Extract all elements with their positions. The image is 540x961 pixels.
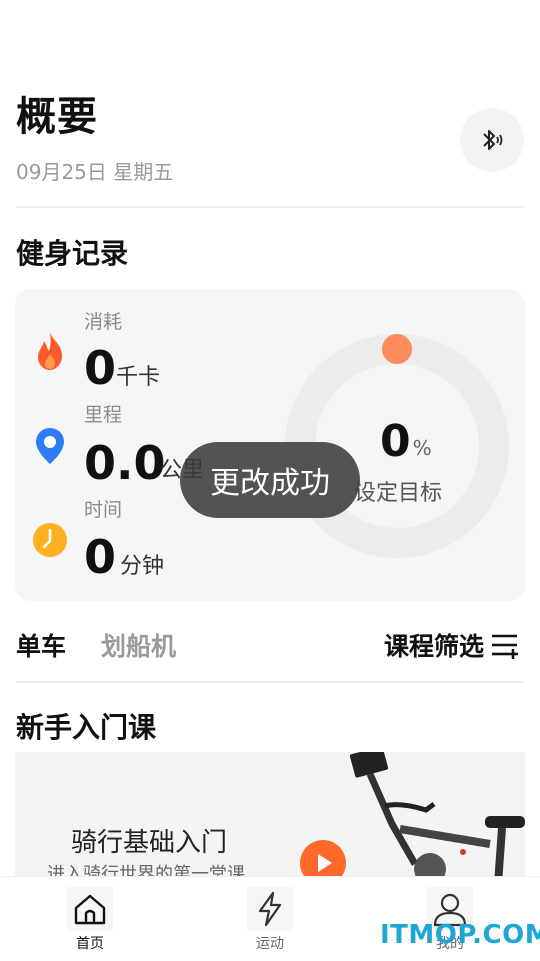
bluetooth-icon (483, 130, 503, 150)
flame-icon (30, 330, 70, 372)
distance-value: 0.0 (84, 436, 166, 490)
page-title: 概要 (16, 94, 98, 140)
goal-percent-value: 0 (380, 416, 411, 467)
calories-unit: 千卡 (116, 365, 161, 390)
distance-label: 里程 (84, 404, 123, 426)
nav-sport[interactable]: 运动 (240, 887, 300, 953)
course-subtitle: 进入骑行世界的第一堂课 (47, 864, 245, 876)
course-filter-label: 课程筛选 (384, 632, 485, 661)
nav-home[interactable]: 首页 (60, 887, 120, 953)
toast-message: 更改成功 (180, 442, 360, 518)
date-label: 09月25日 星期五 (16, 160, 174, 184)
lightning-icon (247, 887, 293, 931)
location-pin-icon (32, 426, 68, 466)
course-filter-button[interactable]: 课程筛选 (384, 627, 520, 663)
nav-home-label: 首页 (76, 936, 104, 952)
goal-progress-knob (382, 334, 412, 364)
course-title: 骑行基础入门 (71, 828, 228, 858)
time-label: 时间 (84, 499, 123, 521)
watermark: ITMOP.COM (380, 920, 540, 950)
time-value: 0 (84, 530, 117, 584)
time-unit: 分钟 (120, 554, 165, 579)
goal-percent-sign: % (412, 436, 432, 460)
home-icon (67, 887, 113, 931)
tab-bike[interactable]: 单车 (16, 627, 66, 663)
tabs-divider (16, 681, 524, 683)
goal-percent: 0 % (380, 420, 432, 464)
beginner-course-title: 新手入门课 (16, 711, 157, 744)
calories-value: 0 (84, 341, 117, 395)
nav-sport-label: 运动 (256, 936, 284, 952)
clock-icon (32, 522, 68, 558)
fitness-record-title: 健身记录 (16, 237, 129, 270)
header-divider (16, 206, 524, 208)
calories-label: 消耗 (84, 311, 123, 333)
tab-rowing-machine[interactable]: 划船机 (101, 627, 176, 663)
course-banner[interactable]: 骑行基础入门 进入骑行世界的第一堂课 (15, 752, 525, 876)
set-goal-label[interactable]: 设定目标 (354, 475, 442, 507)
filter-icon (492, 634, 519, 659)
bluetooth-button[interactable] (460, 108, 524, 172)
exercise-bike-image (349, 752, 525, 876)
